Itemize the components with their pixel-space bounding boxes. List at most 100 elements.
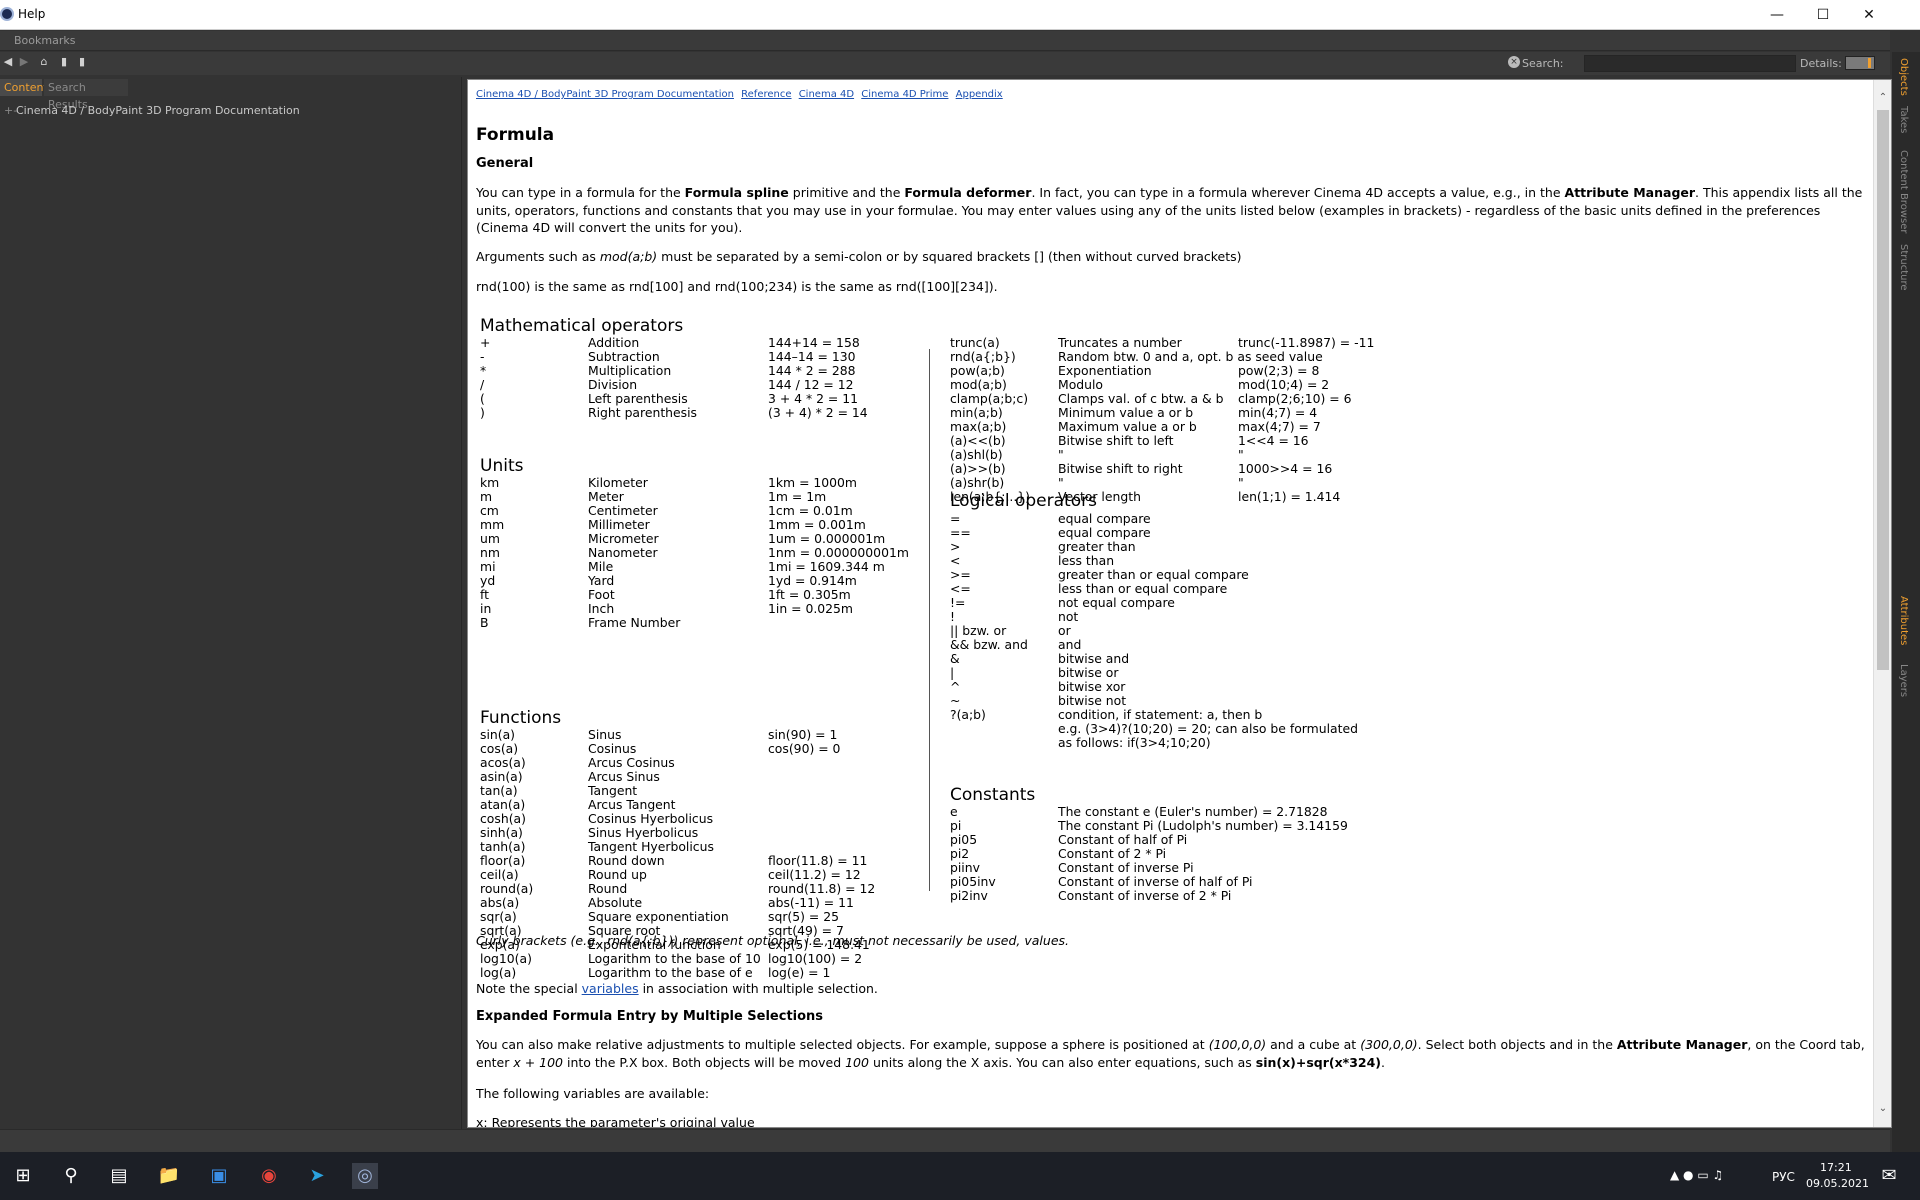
tab-layers[interactable]: Layers: [1898, 664, 1909, 697]
function-row-cell: 1<<4 = 16: [1238, 433, 1309, 448]
start-icon[interactable]: ⊞: [10, 1163, 36, 1189]
tab-attributes[interactable]: Attributes: [1898, 596, 1909, 645]
minimize-button[interactable]: —: [1754, 0, 1800, 30]
function-row-cell: Tangent Hyerbolicus: [588, 839, 714, 854]
unit-row-cell: Inch: [588, 601, 615, 616]
tab-takes[interactable]: Takes: [1898, 106, 1909, 133]
chrome-icon[interactable]: ◉: [256, 1163, 282, 1189]
logical-operator-row-cell: condition, if statement: a, then b: [1058, 707, 1263, 722]
scroll-thumb[interactable]: [1877, 110, 1889, 670]
search-taskbar-icon[interactable]: ⚲: [58, 1163, 84, 1189]
logical-operator-row-cell: bitwise or: [1058, 665, 1119, 680]
function-row-cell: log(a): [480, 965, 517, 980]
variables-link[interactable]: variables: [582, 981, 639, 996]
telegram-icon[interactable]: ➤: [304, 1163, 330, 1189]
details-slider[interactable]: [1845, 56, 1875, 70]
logical-operator-row-cell: ?(a;b): [950, 707, 986, 722]
tab-structure[interactable]: Structure: [1898, 244, 1909, 291]
function-row-cell: ": [1238, 447, 1244, 462]
logical-operator-row-cell: >: [950, 539, 961, 554]
bookmarks-label[interactable]: Bookmarks: [14, 34, 75, 47]
unit-row-cell: km: [480, 475, 500, 490]
tab-content-browser[interactable]: Content Browser: [1898, 150, 1909, 233]
logical-operator-row-cell: less than or equal compare: [1058, 581, 1228, 596]
section-heading-general: General: [476, 156, 534, 171]
function-row-cell: log(e) = 1: [768, 965, 831, 980]
logical-operator-row-cell: <: [950, 553, 961, 568]
task-view-icon[interactable]: ▤: [106, 1163, 132, 1189]
search-input[interactable]: [1584, 55, 1796, 72]
back-icon[interactable]: ◀: [2, 56, 14, 68]
function-row-cell: Minimum value a or b: [1058, 405, 1194, 420]
prev-page-icon[interactable]: ▮: [58, 56, 70, 68]
maximize-button[interactable]: ☐: [1800, 0, 1846, 30]
notifications-icon[interactable]: ✉: [1876, 1163, 1902, 1189]
constant-row-cell: piinv: [950, 860, 980, 875]
function-row-cell: (a)>>(b): [950, 461, 1006, 476]
note-curly-brackets: Curly brackets (e.g., rnd(a{;b})) repres…: [476, 933, 1069, 948]
tab-objects[interactable]: Objects: [1898, 58, 1909, 96]
function-row-cell: sin(90) = 1: [768, 727, 838, 742]
next-page-icon[interactable]: ▮: [76, 56, 88, 68]
logical-operator-row-cell: bitwise not: [1058, 693, 1127, 708]
bookmarks-bar[interactable]: Bookmarks: [0, 31, 1890, 51]
function-row-cell: Logarithm to the base of 10: [588, 951, 761, 966]
breadcrumb-link[interactable]: Cinema 4D Prime: [861, 89, 948, 100]
function-row-cell: Round up: [588, 867, 647, 882]
cinema4d-taskbar-icon[interactable]: ◎: [352, 1163, 378, 1189]
paragraph-rnd: rnd(100) is the same as rnd[100] and rnd…: [476, 279, 998, 294]
home-icon[interactable]: ⌂: [38, 56, 50, 68]
constant-row-cell: The constant e (Euler's number) = 2.7182…: [1058, 804, 1328, 819]
logical-operator-row-cell: >=: [950, 567, 971, 582]
text: into the P.X box. Both objects will be m…: [563, 1054, 846, 1070]
unit-row-cell: 1mm = 0.001m: [768, 517, 866, 532]
function-row-cell: floor(a): [480, 853, 526, 868]
unit-row-cell: 1mi = 1609.344 m: [768, 559, 885, 574]
constant-row-cell: Constant of inverse of 2 * Pi: [1058, 888, 1232, 903]
logical-operator-row-cell: || bzw. or: [950, 623, 1007, 638]
logical-operator-row-cell: greater than or equal compare: [1058, 567, 1249, 582]
doc-scrollbar[interactable]: ⌃ ⌄: [1873, 80, 1891, 1127]
details-slider-handle[interactable]: [1868, 58, 1871, 68]
breadcrumb-link[interactable]: Cinema 4D / BodyPaint 3D Program Documen…: [476, 89, 734, 100]
function-row-cell: ceil(a): [480, 867, 519, 882]
tree-item-label[interactable]: Cinema 4D / BodyPaint 3D Program Documen…: [16, 104, 300, 117]
breadcrumb: Cinema 4D / BodyPaint 3D Program Documen…: [476, 89, 1007, 100]
function-row-cell: Maximum value a or b: [1058, 419, 1197, 434]
function-row-cell: (a)<<(b): [950, 433, 1006, 448]
function-row-cell: ": [1058, 447, 1064, 462]
forward-icon[interactable]: ▶: [18, 56, 30, 68]
paragraph-variable-x: x: Represents the parameter's original v…: [476, 1115, 755, 1128]
expand-icon[interactable]: +-: [4, 104, 17, 117]
unit-row-cell: Mile: [588, 559, 614, 574]
math-operator-row-cell: Right parenthesis: [588, 405, 698, 420]
function-row-cell: max(4;7) = 7: [1238, 419, 1321, 434]
column-divider: [929, 349, 930, 891]
logical-operator-row-cell: greater than: [1058, 539, 1136, 554]
logical-operator-row-cell: bitwise xor: [1058, 679, 1126, 694]
close-button[interactable]: ✕: [1846, 0, 1892, 30]
input-language[interactable]: РУС: [1772, 1170, 1795, 1184]
store-icon[interactable]: ▣: [206, 1163, 232, 1189]
clock-date[interactable]: 09.05.2021: [1806, 1177, 1869, 1190]
breadcrumb-link[interactable]: Cinema 4D: [799, 89, 854, 100]
file-explorer-icon[interactable]: 📁: [156, 1163, 182, 1189]
tab-search-results[interactable]: Search Results: [44, 79, 128, 111]
breadcrumb-link[interactable]: Appendix: [956, 89, 1003, 100]
clock-time[interactable]: 17:21: [1820, 1161, 1852, 1174]
breadcrumb-link[interactable]: Reference: [741, 89, 791, 100]
unit-row-cell: Kilometer: [588, 475, 648, 490]
scroll-down-icon[interactable]: ⌄: [1874, 1103, 1891, 1117]
function-row-cell: Arcus Cosinus: [588, 755, 675, 770]
clear-search-icon[interactable]: ×: [1508, 56, 1520, 68]
unit-row-cell: um: [480, 531, 500, 546]
function-row-cell: len(1;1) = 1.414: [1238, 489, 1341, 504]
paragraph-intro: You can type in a formula for the Formul…: [476, 184, 1866, 237]
scroll-up-icon[interactable]: ⌃: [1874, 92, 1891, 106]
tree-item-root[interactable]: +-Cinema 4D / BodyPaint 3D Program Docum…: [4, 104, 300, 117]
tab-content[interactable]: Content: [0, 79, 48, 96]
logical-operator-row-cell: !: [950, 609, 955, 624]
tray-icons[interactable]: ▲ ● ▭ ♫: [1670, 1168, 1723, 1182]
function-row-cell: clamp(2;6;10) = 6: [1238, 391, 1352, 406]
function-row-cell: Round: [588, 881, 628, 896]
